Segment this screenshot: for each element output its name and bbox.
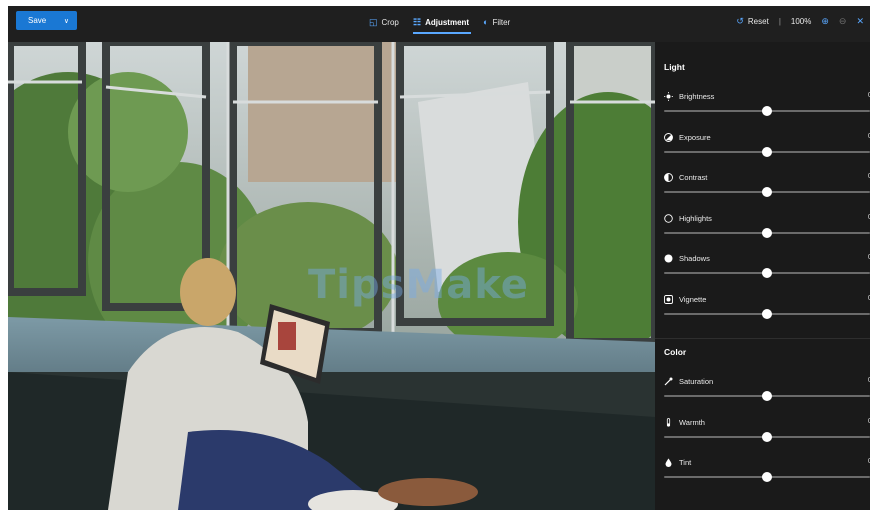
toolbar-separator: | [778, 16, 781, 26]
contrast-icon [664, 172, 673, 182]
control-label-row: Warmth [664, 416, 705, 428]
control-label-row: Highlights [664, 212, 712, 224]
tint-slider-thumb[interactable] [762, 472, 772, 482]
watermark-text: TipsMake [308, 262, 529, 308]
contrast-label: Contrast [679, 172, 708, 182]
control-contrast: Contrast 0 [664, 171, 870, 209]
adjustment-panel: Light Brightness 0 Exposure 0 Contrast 0… [655, 42, 870, 510]
toolbar-right-group: ↺ Reset | 100% ⊕ ⊖ ✕ [736, 13, 864, 29]
crop-icon: ◱ [369, 16, 378, 27]
active-tab-indicator [413, 32, 471, 34]
control-label-row: Vignette [664, 293, 706, 305]
control-label-row: Brightness [664, 90, 714, 102]
section-divider [655, 338, 870, 339]
section-title-color: Color [664, 347, 687, 357]
chevron-down-icon[interactable]: ∨ [64, 17, 69, 25]
brightness-icon [664, 91, 673, 101]
exposure-icon [664, 132, 673, 142]
tab-filter[interactable]: ◐ Filter [483, 14, 510, 30]
saturation-icon [664, 377, 673, 386]
saturation-slider-thumb[interactable] [762, 391, 772, 401]
photos-editor-window: Save ∨ ◱ Crop ☷ Adjustment ◐ Filter ↺ Re… [8, 6, 870, 510]
contrast-slider-thumb[interactable] [762, 187, 772, 197]
exposure-label: Exposure [679, 132, 711, 142]
control-shadows: Shadows 0 [664, 252, 870, 290]
warmth-icon [664, 417, 673, 427]
photo-canvas[interactable]: TipsMake [8, 42, 655, 510]
vignette-slider-thumb[interactable] [762, 309, 772, 319]
reset-label: Reset [747, 16, 769, 26]
reset-button[interactable]: ↺ Reset [736, 16, 768, 27]
shadows-slider-thumb[interactable] [762, 268, 772, 278]
zoom-in-icon[interactable]: ⊕ [821, 16, 829, 27]
tint-icon [664, 458, 673, 467]
filter-icon: ◐ [483, 17, 489, 27]
warmth-label: Warmth [679, 417, 705, 427]
tab-crop[interactable]: ◱ Crop [369, 14, 399, 30]
save-button-label: Save [28, 16, 47, 25]
control-label-row: Saturation [664, 375, 713, 387]
editor-toolbar: Save ∨ ◱ Crop ☷ Adjustment ◐ Filter ↺ Re… [8, 6, 870, 42]
section-title-light: Light [664, 62, 685, 72]
exposure-slider-thumb[interactable] [762, 147, 772, 157]
close-icon[interactable]: ✕ [856, 16, 864, 27]
tab-filter-label: Filter [492, 17, 511, 27]
shadows-label: Shadows [679, 253, 710, 263]
saturation-label: Saturation [679, 376, 714, 386]
reset-icon: ↺ [736, 15, 744, 26]
vignette-icon [664, 294, 673, 304]
tab-adjustment-label: Adjustment [425, 17, 470, 27]
highlights-icon [664, 213, 673, 223]
control-label-row: Shadows [664, 252, 710, 264]
highlights-label: Highlights [679, 213, 712, 223]
control-brightness: Brightness 0 [664, 90, 870, 128]
control-label-row: Exposure [664, 131, 711, 143]
control-warmth: Warmth 0 [664, 416, 870, 454]
control-saturation: Saturation 0 [664, 375, 870, 413]
warmth-slider-thumb[interactable] [762, 432, 772, 442]
control-tint: Tint 0 [664, 456, 870, 494]
zoom-out-icon[interactable]: ⊖ [839, 16, 847, 27]
tint-label: Tint [679, 457, 692, 467]
vignette-label: Vignette [679, 294, 707, 304]
control-label-row: Contrast [664, 171, 707, 183]
shadows-icon [664, 254, 673, 263]
adjustment-icon: ☷ [413, 16, 422, 27]
control-highlights: Highlights 0 [664, 212, 870, 250]
brightness-slider-thumb[interactable] [762, 106, 772, 116]
tab-adjustment[interactable]: ☷ Adjustment [413, 14, 469, 30]
control-exposure: Exposure 0 [664, 131, 870, 169]
save-button[interactable]: Save ∨ [16, 11, 77, 30]
highlights-slider-thumb[interactable] [762, 228, 772, 238]
tab-crop-label: Crop [381, 17, 399, 27]
control-vignette: Vignette 0 [664, 293, 870, 331]
brightness-label: Brightness [679, 91, 715, 101]
control-label-row: Tint [664, 456, 691, 468]
zoom-level: 100% [790, 16, 812, 26]
